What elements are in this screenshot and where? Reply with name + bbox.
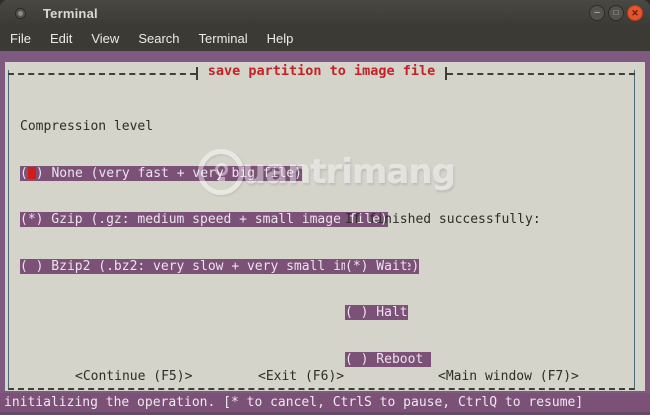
save-partition-dialog: save partition to image file Compression… [5, 62, 645, 391]
menu-item-edit[interactable]: Edit [43, 31, 79, 46]
compression-section-label: Compression level [20, 119, 459, 135]
app-icon [15, 8, 26, 19]
close-button[interactable]: ✕ [627, 5, 643, 21]
continue-button[interactable]: <Continue (F5)> [75, 369, 192, 384]
text-cursor [28, 167, 36, 179]
menu-item-terminal[interactable]: Terminal [192, 31, 255, 46]
menu-item-search[interactable]: Search [131, 31, 186, 46]
dialog-buttons: <Continue (F5)> <Exit (F6)> <Main window… [5, 369, 645, 385]
minimize-button[interactable]: – [589, 5, 605, 21]
radio-option-reboot[interactable]: ( ) Reboot [345, 352, 541, 368]
main-window-button[interactable]: <Main window (F7)> [438, 369, 579, 384]
exit-button[interactable]: <Exit (F6)> [258, 369, 344, 384]
menubar: File Edit View Search Terminal Help [0, 26, 650, 51]
dialog-title-row: save partition to image file [8, 63, 635, 79]
finish-section-label: If finished successfully: [345, 212, 541, 228]
terminal-screen: uantrimang save partition to image file … [0, 51, 650, 415]
dialog-title: save partition to image file [198, 63, 446, 79]
menu-item-help[interactable]: Help [260, 31, 301, 46]
menu-item-file[interactable]: File [3, 31, 38, 46]
window-title: Terminal [43, 6, 98, 21]
status-bar: initializing the operation. [* to cancel… [0, 393, 650, 412]
maximize-button[interactable]: □ [608, 5, 624, 21]
menu-item-view[interactable]: View [84, 31, 126, 46]
radio-option-wait[interactable]: (*) Wait [345, 259, 541, 275]
radio-option-none[interactable]: () None (very fast + very big file) [20, 166, 459, 182]
window-controls: – □ ✕ [589, 5, 643, 21]
terminal-window: Terminal – □ ✕ File Edit View Search Ter… [0, 0, 650, 415]
titlebar: Terminal – □ ✕ [0, 0, 650, 26]
radio-option-halt[interactable]: ( ) Halt [345, 305, 541, 321]
